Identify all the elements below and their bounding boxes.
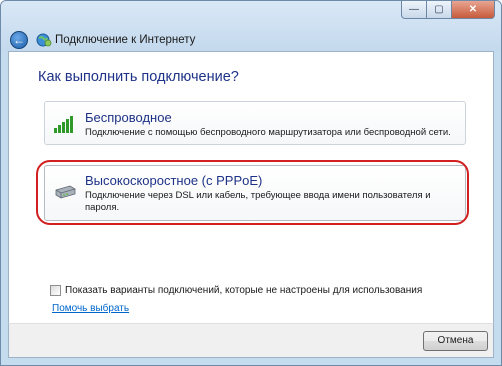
connect-to-internet-window: — ▢ ✕ ← Подключение к Интернету Как выпо… [0, 0, 502, 366]
cancel-button[interactable]: Отмена [423, 331, 488, 351]
option-wireless-description: Подключение с помощью беспроводного марш… [85, 127, 451, 138]
close-button[interactable]: ✕ [452, 1, 495, 19]
show-unconfigured-label[interactable]: Показать варианты подключений, которые н… [65, 285, 422, 296]
option-pppoe-description: Подключение через DSL или кабель, требую… [85, 190, 431, 213]
signal-bars-icon [54, 116, 73, 133]
wizard-footer: Отмена [8, 323, 494, 358]
show-unconfigured-checkbox[interactable] [50, 285, 61, 296]
window-title: Подключение к Интернету [55, 34, 196, 46]
option-wireless-title: Беспроводное [85, 110, 172, 125]
modem-icon [55, 185, 76, 199]
wizard-content: Как выполнить подключение? Беспроводное … [8, 51, 494, 325]
back-button[interactable]: ← [10, 31, 28, 49]
maximize-button[interactable]: ▢ [427, 1, 452, 19]
option-wireless[interactable]: Беспроводное Подключение с помощью беспр… [44, 101, 466, 145]
network-globe-icon [36, 33, 52, 47]
page-heading: Как выполнить подключение? [38, 69, 239, 85]
help-me-choose-link[interactable]: Помочь выбрать [52, 303, 129, 314]
show-unconfigured-row[interactable]: Показать варианты подключений, которые н… [50, 285, 422, 296]
option-pppoe[interactable]: Высокоскоростное (с PPPoE) Подключение ч… [44, 165, 466, 221]
option-pppoe-title: Высокоскоростное (с PPPoE) [85, 173, 263, 188]
minimize-button[interactable]: — [401, 1, 427, 19]
caption-buttons: — ▢ ✕ [401, 1, 495, 19]
window-chrome: — ▢ ✕ ← Подключение к Интернету [1, 1, 501, 51]
